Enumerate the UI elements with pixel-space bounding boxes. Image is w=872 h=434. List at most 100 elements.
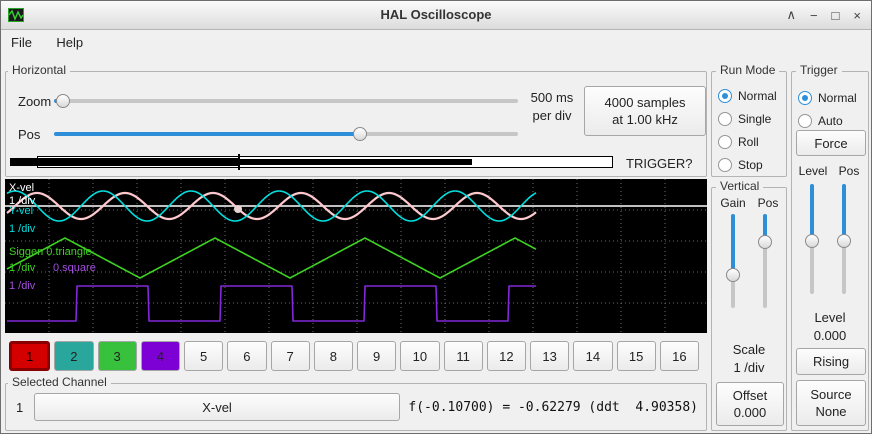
radio-icon[interactable] — [798, 91, 812, 105]
trigger-readout-label: Level — [792, 310, 868, 325]
record-trigger-mark — [238, 154, 240, 170]
radio-icon[interactable] — [718, 158, 732, 172]
record-bar-filled — [10, 158, 240, 166]
menu-help[interactable]: Help — [46, 30, 93, 55]
app-window: HAL Oscilloscope ∧ − □ × File Help Horiz… — [0, 0, 872, 434]
square-wave — [7, 286, 536, 321]
selected-channel-group-title: Selected Channel — [8, 375, 111, 389]
vertical-pos-slider[interactable] — [757, 214, 773, 308]
radio-icon[interactable] — [718, 89, 732, 103]
scope-display[interactable]: X-vel1 /divY-vel1 /divSiggen 0.triangle1… — [5, 179, 707, 333]
source-button-line2: None — [815, 403, 846, 420]
channel-button-16[interactable]: 16 — [660, 341, 699, 371]
channel-button-row: 12345678910111213141516 — [9, 341, 699, 371]
trigger-pos-fill — [842, 184, 846, 241]
trigger-radio-normal[interactable]: Normal — [798, 86, 857, 109]
scale-value: 1 /div — [712, 360, 786, 375]
edge-button-label: Rising — [813, 353, 849, 370]
trigger-radio-auto[interactable]: Auto — [798, 109, 857, 132]
force-button[interactable]: Force — [796, 130, 866, 156]
run-mode-radio-roll[interactable]: Roll — [718, 130, 777, 153]
trigger-readout-value: 0.000 — [792, 328, 868, 343]
pos-slider-handle[interactable] — [353, 127, 367, 141]
trigger-level-label: Level — [794, 164, 832, 178]
trigger-point-marker — [234, 205, 242, 213]
trigger-radios: Normal Auto — [798, 86, 857, 132]
offset-button-line2: 0.000 — [734, 404, 767, 421]
offset-button[interactable]: Offset 0.000 — [716, 382, 784, 426]
source-button-line1: Source — [810, 386, 851, 403]
radio-icon[interactable] — [718, 112, 732, 126]
channel-button-3[interactable]: 3 — [98, 341, 137, 371]
channel-button-6[interactable]: 6 — [227, 341, 266, 371]
edge-button[interactable]: Rising — [796, 348, 866, 375]
channel-button-13[interactable]: 13 — [530, 341, 569, 371]
channel-button-2[interactable]: 2 — [54, 341, 93, 371]
minimize-button[interactable]: − — [810, 8, 818, 23]
run-mode-radio-stop[interactable]: Stop — [718, 153, 777, 176]
radio-label: Roll — [738, 135, 759, 149]
selected-channel-group: Selected Channel 1 X-vel f(-0.10700) = -… — [5, 383, 707, 431]
channel-button-4[interactable]: 4 — [141, 341, 180, 371]
radio-icon[interactable] — [798, 114, 812, 128]
zoom-label: Zoom — [18, 94, 51, 109]
channel-button-9[interactable]: 9 — [357, 341, 396, 371]
rate-line2: per div — [520, 108, 584, 123]
zoom-slider[interactable] — [54, 93, 518, 109]
force-button-label: Force — [814, 135, 847, 152]
record-position-bar[interactable] — [10, 154, 614, 170]
channel-button-12[interactable]: 12 — [487, 341, 526, 371]
run-mode-radio-normal[interactable]: Normal — [718, 84, 777, 107]
channel-button-15[interactable]: 15 — [617, 341, 656, 371]
radio-icon[interactable] — [718, 135, 732, 149]
shade-button[interactable]: ∧ — [786, 7, 796, 23]
samples-line1: 4000 samples — [605, 94, 686, 111]
scope-canvas[interactable] — [5, 179, 707, 333]
samples-line2: at 1.00 kHz — [612, 111, 678, 128]
gain-slider[interactable] — [725, 214, 741, 308]
trigger-level-handle[interactable] — [805, 234, 819, 248]
trigger-pos-slider[interactable] — [836, 184, 852, 294]
signal-readout: f(-0.10700) = -0.62279 (ddt 4.90358) — [408, 384, 698, 430]
channel-button-10[interactable]: 10 — [400, 341, 439, 371]
gain-slider-fill — [731, 214, 735, 275]
radio-label: Single — [738, 112, 771, 126]
gain-slider-handle[interactable] — [726, 268, 740, 282]
channel-button-8[interactable]: 8 — [314, 341, 353, 371]
channel-button-11[interactable]: 11 — [444, 341, 483, 371]
channel-button-5[interactable]: 5 — [184, 341, 223, 371]
trigger-pos-handle[interactable] — [837, 234, 851, 248]
channel-button-14[interactable]: 14 — [573, 341, 612, 371]
menu-file[interactable]: File — [1, 30, 42, 55]
run-mode-radio-single[interactable]: Single — [718, 107, 777, 130]
selected-channel-number: 1 — [16, 400, 23, 415]
radio-label: Auto — [818, 114, 843, 128]
pos-slider-fill — [54, 132, 360, 136]
horizontal-group-title: Horizontal — [8, 63, 70, 77]
vertical-pos-handle[interactable] — [758, 235, 772, 249]
gain-label: Gain — [714, 196, 752, 210]
radio-label: Stop — [738, 158, 763, 172]
channel-button-7[interactable]: 7 — [271, 341, 310, 371]
trigger-group: Trigger NormalAuto Force Level Pos Level… — [791, 71, 869, 431]
trigger-level-slider[interactable] — [804, 184, 820, 294]
horizontal-pos-slider[interactable] — [54, 126, 518, 142]
offset-button-line1: Offset — [733, 387, 767, 404]
channel-name-label: X-vel — [202, 399, 232, 416]
close-button[interactable]: × — [853, 8, 861, 23]
rate-line1: 500 ms — [520, 90, 584, 105]
channel-name-button[interactable]: X-vel — [34, 393, 400, 421]
samples-button[interactable]: 4000 samples at 1.00 kHz — [584, 86, 706, 136]
vertical-group-title: Vertical — [716, 179, 763, 193]
source-button[interactable]: Source None — [796, 380, 866, 426]
trigger-pos-label: Pos — [832, 164, 866, 178]
trigger-hint: TRIGGER? — [626, 156, 692, 171]
channel-button-1[interactable]: 1 — [9, 341, 50, 371]
zoom-slider-track — [54, 99, 518, 103]
run-mode-radios: Normal Single Roll Stop — [718, 84, 777, 176]
radio-label: Normal — [818, 91, 857, 105]
zoom-slider-handle[interactable] — [56, 94, 70, 108]
titlebar[interactable]: HAL Oscilloscope ∧ − □ × — [1, 1, 871, 30]
horizontal-group: Horizontal Zoom 500 ms per div 4000 samp… — [5, 71, 707, 177]
maximize-button[interactable]: □ — [832, 8, 840, 23]
